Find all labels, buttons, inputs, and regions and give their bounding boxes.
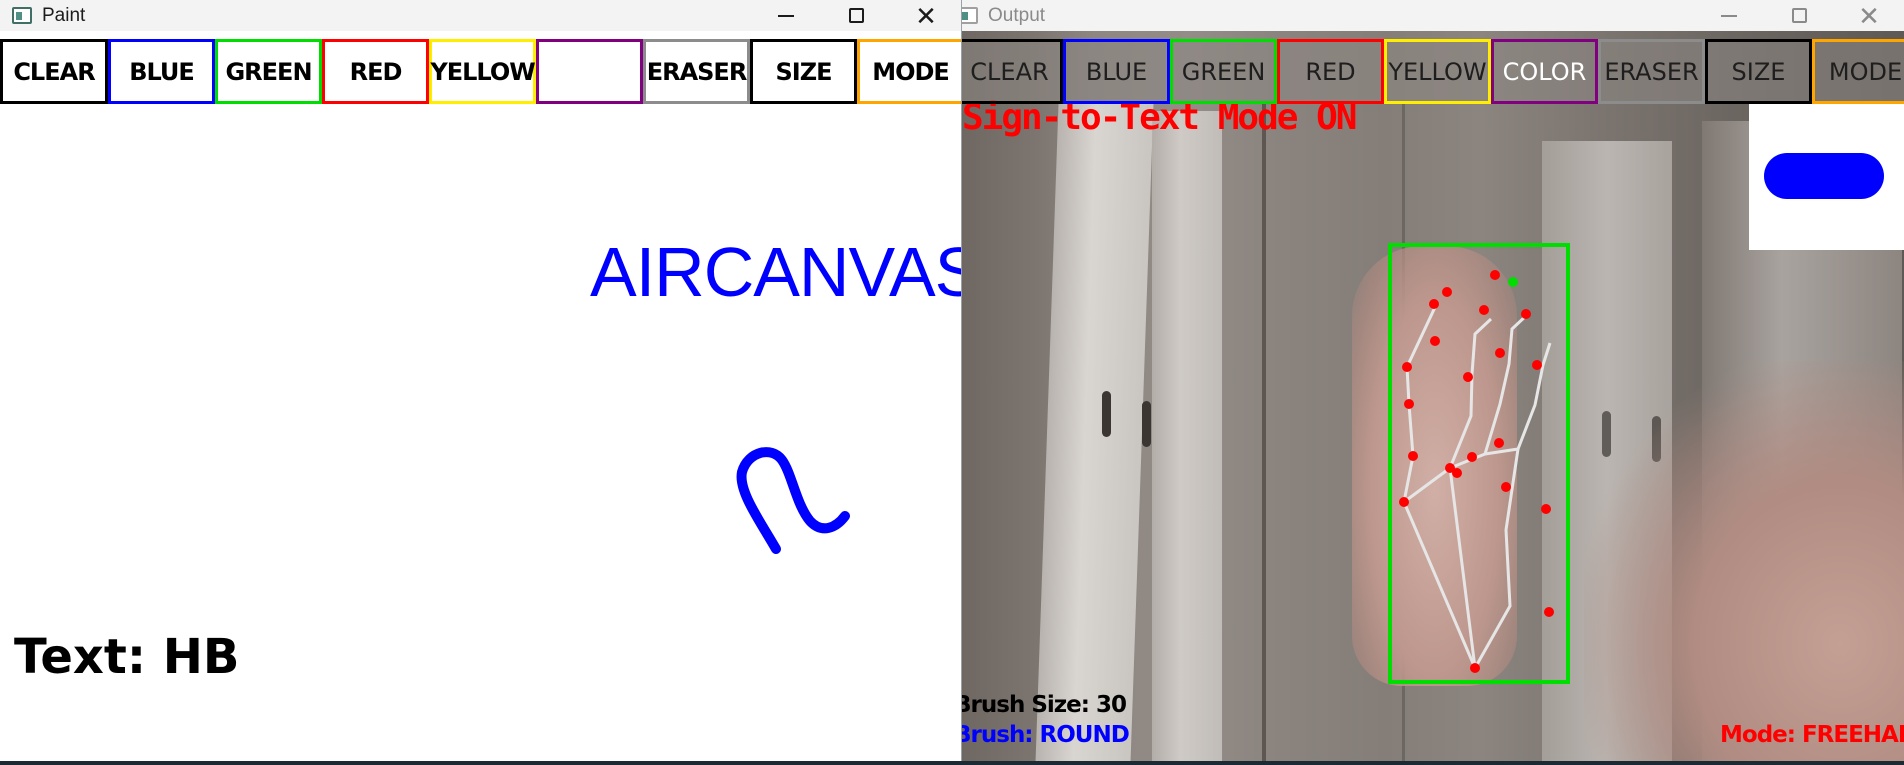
output-color-button[interactable]: COLOR (1491, 39, 1598, 104)
recognized-text-label: Text: (14, 629, 147, 685)
recognized-text-value: HB (162, 629, 240, 685)
blue-button[interactable]: BLUE (108, 39, 215, 104)
size-button-label: SIZE (775, 57, 832, 86)
eraser-button[interactable]: ERASER (643, 39, 750, 104)
camera-feed: Sign-to-Text Mode ON Brush Size: 30 Brus… (962, 31, 1904, 765)
maximize-icon (1791, 8, 1807, 23)
paint-window: Paint ✕ CLEAR BLUE GREEN RED YELLOW ERAS… (0, 0, 962, 765)
maximize-icon (848, 8, 864, 23)
close-icon: ✕ (1858, 0, 1880, 31)
output-blue-label: BLUE (1085, 57, 1148, 86)
output-clear-label: CLEAR (970, 57, 1049, 86)
hand-skeleton (1402, 302, 1552, 669)
hand-bounding-box (1388, 243, 1570, 684)
paint-app-icon (12, 7, 32, 24)
output-red-label: RED (1305, 57, 1356, 86)
paint-title: Paint (42, 4, 86, 26)
paint-toolbar: CLEAR BLUE GREEN RED YELLOW ERASER SIZE … (0, 39, 961, 104)
brush-size-status: Brush Size: 30 (962, 692, 1127, 718)
output-maximize-button[interactable] (1764, 0, 1834, 31)
output-app-icon (962, 7, 978, 24)
output-yellow-button[interactable]: YELLOW (1384, 39, 1491, 104)
mode-button[interactable]: MODE (857, 39, 961, 104)
brush-type-status: Brush: ROUND (962, 722, 1130, 748)
yellow-button[interactable]: YELLOW (429, 39, 536, 104)
output-green-label: GREEN (1181, 57, 1266, 86)
size-button[interactable]: SIZE (750, 39, 857, 104)
output-window: Output ✕ Sign-to-Text Mode ON Brush Size… (962, 0, 1904, 765)
red-button-label: RED (349, 57, 403, 86)
freehand-stroke (736, 447, 850, 554)
close-icon: ✕ (915, 0, 937, 31)
taskbar-edge (0, 761, 1904, 765)
mode-button-label: MODE (872, 57, 950, 86)
output-size-label: SIZE (1731, 57, 1786, 86)
recognized-text: Text: HB (14, 629, 240, 685)
output-red-button[interactable]: RED (1277, 39, 1384, 104)
green-button[interactable]: GREEN (215, 39, 322, 104)
output-clear-button[interactable]: CLEAR (962, 39, 1063, 104)
close-button[interactable]: ✕ (891, 0, 961, 31)
output-close-button[interactable]: ✕ (1834, 0, 1904, 31)
brush-preview (1749, 101, 1904, 250)
blue-button-label: BLUE (129, 57, 195, 86)
maximize-button[interactable] (821, 0, 891, 31)
clear-button[interactable]: CLEAR (0, 39, 108, 104)
output-size-button[interactable]: SIZE (1705, 39, 1812, 104)
minimize-icon (778, 14, 794, 17)
color-button[interactable] (536, 39, 643, 104)
mode-status: Mode: FREEHAN (1720, 722, 1904, 748)
paint-titlebar[interactable]: Paint ✕ (0, 0, 961, 31)
output-blue-button[interactable]: BLUE (1063, 39, 1170, 104)
eraser-button-label: ERASER (646, 57, 748, 86)
output-titlebar[interactable]: Output ✕ (962, 0, 1904, 31)
drawing-canvas[interactable]: AIRCANVAS Text: HB (0, 104, 962, 765)
yellow-button-label: YELLOW (430, 57, 535, 86)
clear-button-label: CLEAR (13, 57, 95, 86)
output-eraser-label: ERASER (1604, 57, 1699, 86)
output-mode-button[interactable]: MODE (1812, 39, 1904, 104)
hand-landmarks (1399, 270, 1554, 673)
output-yellow-label: YELLOW (1388, 57, 1487, 86)
output-color-label: COLOR (1502, 57, 1587, 86)
output-minimize-button[interactable] (1694, 0, 1764, 31)
brush-preview-shape (1764, 153, 1884, 199)
green-button-label: GREEN (225, 57, 312, 86)
canvas-word: AIRCANVAS (590, 233, 962, 311)
minimize-button[interactable] (751, 0, 821, 31)
red-button[interactable]: RED (322, 39, 429, 104)
minimize-icon (1721, 14, 1737, 17)
output-mode-label: MODE (1828, 57, 1903, 86)
output-green-button[interactable]: GREEN (1170, 39, 1277, 104)
output-title: Output (988, 4, 1046, 26)
output-toolbar: CLEAR BLUE GREEN RED YELLOW COLOR ERASER… (962, 39, 1904, 104)
output-eraser-button[interactable]: ERASER (1598, 39, 1705, 104)
index-fingertip-marker (1508, 277, 1518, 287)
